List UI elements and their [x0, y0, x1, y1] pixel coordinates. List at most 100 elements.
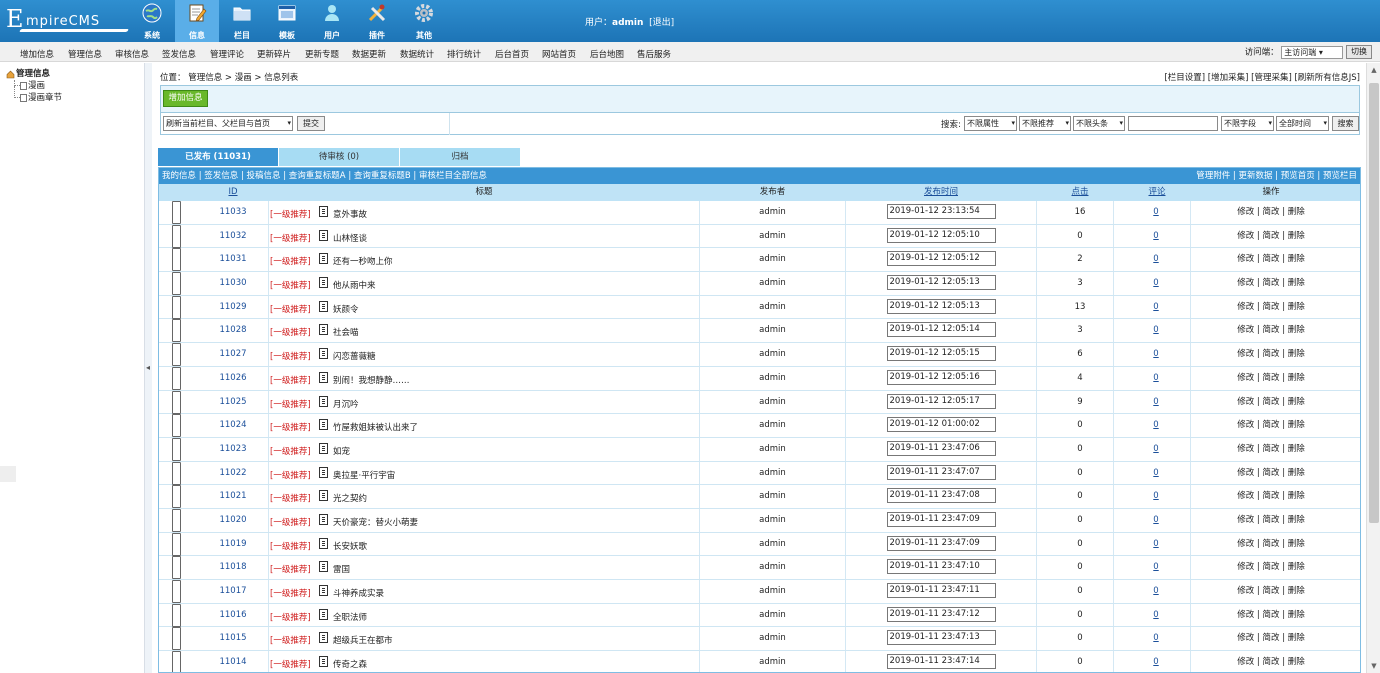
row-checkbox[interactable]: [172, 414, 181, 438]
field-filter-select[interactable]: 不限字段 ▾: [1221, 116, 1274, 131]
edit-note-icon[interactable]: [319, 580, 329, 603]
menu-after-sales[interactable]: 售后服务: [637, 48, 671, 60]
attribute-filter-select[interactable]: 不限属性 ▾: [964, 116, 1017, 131]
row-actions[interactable]: 修改 | 简改 | 删除: [1221, 462, 1321, 485]
row-id[interactable]: 11025: [203, 391, 263, 414]
row-comments-link[interactable]: 0: [1135, 201, 1177, 224]
row-id[interactable]: 11026: [203, 367, 263, 390]
edit-note-icon[interactable]: [319, 248, 329, 271]
row-id[interactable]: 11014: [203, 651, 263, 672]
row-comments-link[interactable]: 0: [1135, 438, 1177, 461]
edit-note-icon[interactable]: [319, 225, 329, 248]
row-date-field[interactable]: 2019-01-12 01:00:02: [886, 417, 996, 433]
row-checkbox[interactable]: [172, 461, 181, 485]
menu-review-info[interactable]: 审核信息: [115, 48, 149, 60]
row-title-link[interactable]: 全职法师: [333, 607, 693, 630]
row-comments-link[interactable]: 0: [1135, 367, 1177, 390]
time-filter-select[interactable]: 全部时间 ▾: [1276, 116, 1329, 131]
row-checkbox[interactable]: [172, 603, 181, 627]
row-actions[interactable]: 修改 | 简改 | 删除: [1221, 533, 1321, 556]
row-checkbox[interactable]: [172, 224, 181, 248]
row-checkbox[interactable]: [172, 272, 181, 296]
row-date-field[interactable]: 2019-01-11 23:47:10: [886, 559, 996, 575]
row-actions[interactable]: 修改 | 简改 | 删除: [1221, 604, 1321, 627]
row-actions[interactable]: 修改 | 简改 | 删除: [1221, 556, 1321, 579]
row-checkbox[interactable]: [172, 248, 181, 272]
row-title-link[interactable]: 如宠: [333, 441, 693, 464]
panel-splitter[interactable]: ◂: [144, 63, 152, 673]
collapse-arrow-icon[interactable]: ◂: [146, 363, 150, 372]
row-date-field[interactable]: 2019-01-12 12:05:16: [886, 369, 996, 385]
edit-note-icon[interactable]: [319, 319, 329, 342]
tree-item-chapters[interactable]: 漫画章节: [6, 86, 62, 104]
row-date-field[interactable]: 2019-01-11 23:47:14: [886, 654, 996, 670]
row-actions[interactable]: 修改 | 简改 | 删除: [1221, 509, 1321, 532]
row-id[interactable]: 11029: [203, 296, 263, 319]
row-comments-link[interactable]: 0: [1135, 462, 1177, 485]
edit-note-icon[interactable]: [319, 651, 329, 672]
add-info-button[interactable]: 增加信息: [163, 90, 208, 107]
row-id[interactable]: 11032: [203, 225, 263, 248]
row-title-link[interactable]: 别闹！我想静静……: [333, 370, 693, 393]
row-title-link[interactable]: 意外事故: [333, 204, 693, 227]
row-checkbox[interactable]: [172, 201, 181, 224]
row-title-link[interactable]: 竹屋救姐妹被认出来了: [333, 417, 693, 440]
row-actions[interactable]: 修改 | 简改 | 删除: [1221, 319, 1321, 342]
row-title-link[interactable]: 妖颜令: [333, 299, 693, 322]
row-actions[interactable]: 修改 | 简改 | 删除: [1221, 343, 1321, 366]
row-checkbox[interactable]: [172, 485, 181, 509]
row-title-link[interactable]: 天价豪宠：替火小萌妻: [333, 512, 693, 535]
edit-note-icon[interactable]: [319, 296, 329, 319]
row-title-link[interactable]: 斗神养成实录: [333, 583, 693, 606]
edit-note-icon[interactable]: [319, 438, 329, 461]
row-checkbox[interactable]: [172, 343, 181, 367]
row-id[interactable]: 11030: [203, 272, 263, 295]
row-title-link[interactable]: 长安妖歌: [333, 536, 693, 559]
topnav-info[interactable]: 信息: [175, 0, 219, 42]
menu-sign-info[interactable]: 签发信息: [162, 48, 196, 60]
row-date-field[interactable]: 2019-01-12 12:05:14: [886, 322, 996, 338]
row-checkbox[interactable]: [172, 366, 181, 390]
row-title-link[interactable]: 山林怪谈: [333, 228, 693, 251]
header-comments[interactable]: 评论: [1114, 184, 1200, 201]
row-comments-link[interactable]: 0: [1135, 509, 1177, 532]
row-comments-link[interactable]: 0: [1135, 651, 1177, 672]
header-clicks[interactable]: 点击: [1037, 184, 1123, 201]
menu-data-update[interactable]: 数据更新: [352, 48, 386, 60]
menu-site-home[interactable]: 网站首页: [542, 48, 576, 60]
topnav-template[interactable]: 模板: [265, 0, 309, 42]
row-id[interactable]: 11022: [203, 462, 263, 485]
row-comments-link[interactable]: 0: [1135, 414, 1177, 437]
row-id[interactable]: 11024: [203, 414, 263, 437]
row-comments-link[interactable]: 0: [1135, 627, 1177, 650]
topnav-plugin[interactable]: 插件: [355, 0, 399, 42]
tab-archived[interactable]: 归档: [400, 148, 520, 166]
sidebar-toggle-handle[interactable]: [0, 466, 16, 482]
row-title-link[interactable]: 奥拉星·平行宇宙: [333, 465, 693, 488]
row-comments-link[interactable]: 0: [1135, 248, 1177, 271]
row-id[interactable]: 11028: [203, 319, 263, 342]
row-id[interactable]: 11015: [203, 627, 263, 650]
row-date-field[interactable]: 2019-01-11 23:47:13: [886, 630, 996, 646]
row-date-field[interactable]: 2019-01-12 23:13:54: [886, 204, 996, 219]
row-comments-link[interactable]: 0: [1135, 391, 1177, 414]
row-id[interactable]: 11016: [203, 604, 263, 627]
row-actions[interactable]: 修改 | 简改 | 删除: [1221, 627, 1321, 650]
edit-note-icon[interactable]: [319, 391, 329, 414]
column-action-links[interactable]: [栏目设置] [增加采集] [管理采集] [刷新所有信息JS]: [1164, 71, 1360, 83]
row-title-link[interactable]: 传奇之森: [333, 654, 693, 672]
row-title-link[interactable]: 他从雨中来: [333, 275, 693, 298]
row-checkbox[interactable]: [172, 319, 181, 343]
menu-add-info[interactable]: 增加信息: [20, 48, 54, 60]
row-date-field[interactable]: 2019-01-12 12:05:12: [886, 251, 996, 267]
tab-pending[interactable]: 待审核 (0): [279, 148, 399, 166]
edit-note-icon[interactable]: [319, 485, 329, 508]
row-checkbox[interactable]: [172, 651, 181, 672]
row-actions[interactable]: 修改 | 简改 | 删除: [1221, 438, 1321, 461]
row-comments-link[interactable]: 0: [1135, 604, 1177, 627]
row-date-field[interactable]: 2019-01-12 12:05:17: [886, 393, 996, 409]
topnav-other[interactable]: 其他: [402, 0, 446, 42]
row-date-field[interactable]: 2019-01-11 23:47:12: [886, 606, 996, 622]
tab-published[interactable]: 已发布 (11031): [158, 148, 278, 166]
search-button[interactable]: 搜索: [1332, 116, 1359, 131]
